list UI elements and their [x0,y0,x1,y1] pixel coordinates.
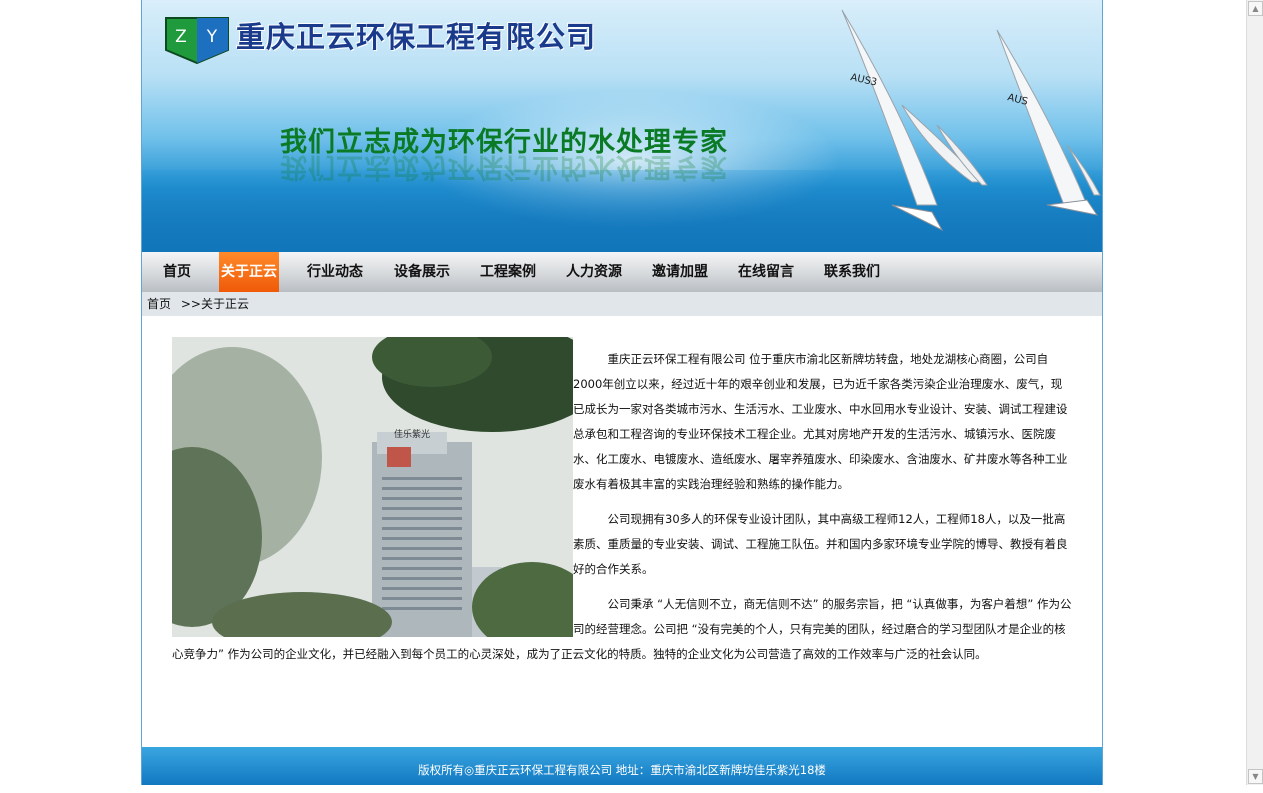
vertical-scrollbar[interactable]: ▲ ▼ [1246,0,1263,785]
nav-item-home[interactable]: 首页 [154,252,200,292]
breadcrumb-current: 关于正云 [200,297,249,311]
about-article: 重庆正云环保工程有限公司 位于重庆市渝北区新牌坊转盘，地处龙湖核心商圈，公司自2… [172,347,1072,677]
nav-item-about[interactable]: 关于正云 [219,252,279,292]
nav-item-contact[interactable]: 联系我们 [815,252,889,292]
nav-item-industry-news[interactable]: 行业动态 [298,252,372,292]
breadcrumb: 首页 >>关于正云 [142,292,1102,316]
nav-item-join[interactable]: 邀请加盟 [643,252,717,292]
company-name: 重庆正云环保工程有限公司 [236,20,597,54]
nav-item-cases[interactable]: 工程案例 [471,252,545,292]
slogan-reflection: 我们立志成为环保行业的水处理专家 [280,151,728,182]
footer: 版权所有◎重庆正云环保工程有限公司 地址：重庆市渝北区新牌坊佳乐紫光18楼 [142,747,1102,785]
scroll-down-icon[interactable]: ▼ [1248,769,1263,784]
header-banner: Z Y 重庆正云环保工程有限公司 我们立志成为环保行业的水处理专家 我们立志成为… [142,0,1102,252]
main-nav: 首页 关于正云 行业动态 设备展示 工程案例 人力资源 邀请加盟 在线留言 联系… [142,252,1102,292]
company-logo: Z Y [165,17,229,64]
breadcrumb-separator: >> [180,297,201,311]
logo-letter-z: Z [175,27,187,47]
nav-item-message[interactable]: 在线留言 [729,252,803,292]
nav-item-hr[interactable]: 人力资源 [557,252,631,292]
logo-letter-y: Y [206,27,218,47]
photo-spacer [172,347,573,629]
nav-item-equipment[interactable]: 设备展示 [385,252,459,292]
sailboats-illustration: AUS3 AUS [841,9,1101,232]
breadcrumb-home[interactable]: 首页 [147,297,171,311]
scroll-up-icon[interactable]: ▲ [1248,1,1263,16]
page-container: Z Y 重庆正云环保工程有限公司 我们立志成为环保行业的水处理专家 我们立志成为… [141,0,1103,785]
